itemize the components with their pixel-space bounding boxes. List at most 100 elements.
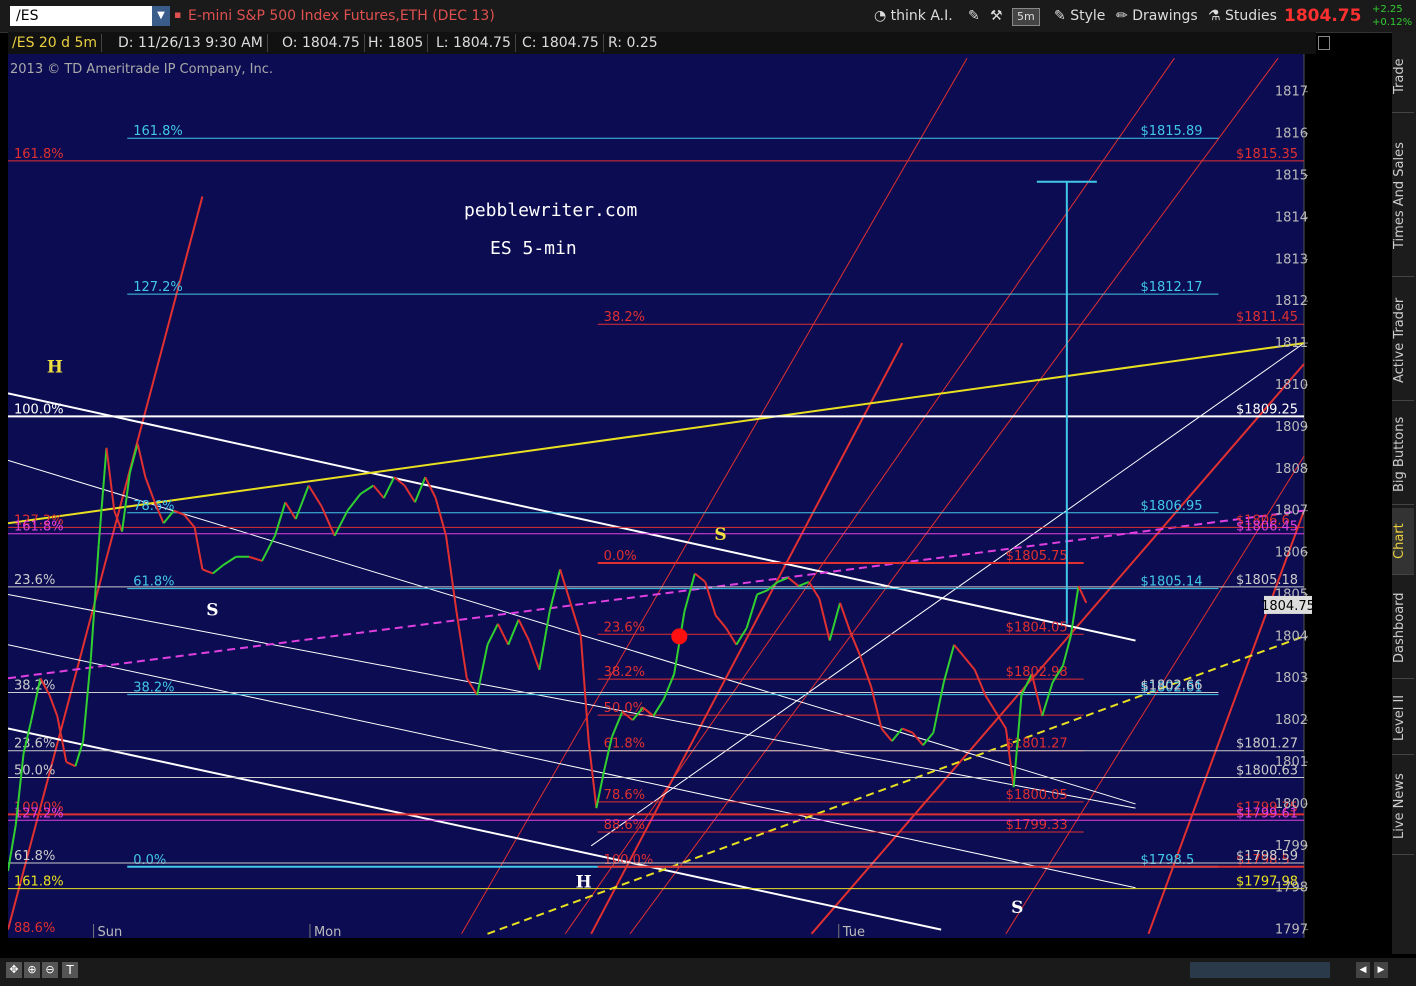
drawings-button[interactable]: ✏ Drawings xyxy=(1112,6,1202,26)
symbol-input[interactable]: /ES xyxy=(10,6,170,26)
x-tick-label: Sun xyxy=(98,925,123,938)
fib-level-price: $1809.25 xyxy=(1236,402,1298,417)
tab-trade[interactable]: Trade xyxy=(1392,40,1414,113)
chart-annotation-subtitle: ES 5-min xyxy=(490,238,577,259)
y-tick-label: 1804 xyxy=(1275,629,1308,644)
fib-level-percent: 61.8% xyxy=(14,849,55,864)
y-tick-label: 1800 xyxy=(1275,797,1308,812)
bar-high: H: 1805 xyxy=(364,34,429,52)
tab-dashboard[interactable]: Dashboard xyxy=(1392,578,1414,679)
y-tick-label: 1806 xyxy=(1275,546,1308,561)
fib-level-price: $1805.18 xyxy=(1236,573,1298,588)
drag-icon[interactable]: ✥ xyxy=(6,962,22,978)
wrench-icon[interactable]: ⚒ xyxy=(986,6,1007,26)
y-tick-label: 1801 xyxy=(1275,755,1308,770)
style-button[interactable]: ✎ Style xyxy=(1050,6,1109,26)
fib-level-percent: 23.6% xyxy=(604,620,645,635)
fib-level-price: $1802.66 xyxy=(1140,678,1202,693)
bar-open: O: 1804.75 xyxy=(278,34,365,52)
fib-level-price: $1801.27 xyxy=(1006,737,1068,752)
tab-chart[interactable]: Chart xyxy=(1392,508,1414,575)
chart-label[interactable]: /ES 20 d 5m xyxy=(8,34,103,52)
price-chart[interactable]: 161.8% $1815.89 127.2% $1812.17 100.0% $1809.… xyxy=(7,54,1315,940)
fib-level-percent: 38.2% xyxy=(604,665,645,680)
pencil-icon: ✏ xyxy=(1116,8,1128,24)
fib-level-price: $1815.35 xyxy=(1236,147,1298,162)
y-tick-label: 1811 xyxy=(1275,336,1308,351)
bottom-toolbar: ✥ ⊕ ⊖ T ◀ ▶ xyxy=(0,958,1416,986)
fib-level-percent: 161.8% xyxy=(14,147,64,162)
scroll-right-icon[interactable]: ▶ xyxy=(1374,962,1388,978)
gauge-icon: ◔ xyxy=(874,8,891,24)
think-ai-label: think A.I. xyxy=(890,8,953,24)
studies-button[interactable]: ⚗ Studies xyxy=(1204,6,1281,26)
y-tick-label: 1815 xyxy=(1275,168,1308,183)
fib-level-percent: 161.8% xyxy=(14,875,64,890)
y-tick-label: 1812 xyxy=(1275,294,1308,309)
fib-level-percent: 161.8% xyxy=(14,520,64,535)
y-tick-label: 1816 xyxy=(1275,127,1308,142)
studies-label: Studies xyxy=(1225,8,1277,24)
fib-level-percent: 0.0% xyxy=(133,853,166,868)
fib-level-percent: 38.2% xyxy=(14,678,55,693)
flag-icon: ▪ xyxy=(174,8,182,21)
fib-level-percent: 127.2% xyxy=(133,280,183,295)
change-pct: +0.12% xyxy=(1372,17,1413,28)
y-tick-label: 1808 xyxy=(1275,462,1308,477)
tab-times-and-sales[interactable]: Times And Sales xyxy=(1392,116,1414,277)
y-tick-label: 1802 xyxy=(1275,713,1308,728)
zoom-out-icon[interactable]: ⊖ xyxy=(42,962,58,978)
tab-live-news[interactable]: Live News xyxy=(1392,758,1414,855)
fib-level-price: $1815.89 xyxy=(1140,124,1202,139)
y-tick-label: 1798 xyxy=(1275,881,1308,896)
pattern-label: S xyxy=(206,600,218,620)
timeframe-button[interactable]: 5m xyxy=(1012,8,1040,26)
horizontal-scrollbar[interactable] xyxy=(1190,962,1330,978)
style-icon: ✎ xyxy=(1054,8,1066,24)
pattern-label: S xyxy=(714,525,726,545)
style-label: Style xyxy=(1070,8,1106,24)
fib-level-price: $1800.05 xyxy=(1006,788,1068,803)
fib-level-price: $1812.17 xyxy=(1140,280,1202,295)
share-icon[interactable]: ✎ xyxy=(964,6,984,26)
expand-icon[interactable] xyxy=(1318,36,1330,50)
text-tool-icon[interactable]: T xyxy=(62,962,78,978)
bar-date: D: 11/26/13 9:30 AM xyxy=(114,34,268,52)
fib-level-price: $1801.27 xyxy=(1236,737,1298,752)
fib-level-price: $1811.45 xyxy=(1236,310,1298,325)
drawings-label: Drawings xyxy=(1132,8,1198,24)
change-abs: +2.25 xyxy=(1372,4,1403,15)
top-toolbar: /ES ▼ ▪ E-mini S&P 500 Index Futures,ETH… xyxy=(0,0,1416,33)
y-tick-label: 1807 xyxy=(1275,504,1308,519)
zoom-in-icon[interactable]: ⊕ xyxy=(24,962,40,978)
chart-info-bar: /ES 20 d 5m D: 11/26/13 9:30 AM O: 1804.… xyxy=(8,32,1330,54)
tab-level-ii[interactable]: Level II xyxy=(1392,682,1414,755)
y-tick-label: 1813 xyxy=(1275,252,1308,267)
fib-level-percent: 88.6% xyxy=(14,921,55,936)
think-ai-button[interactable]: ◔ think A.I. xyxy=(870,6,957,26)
chart-area[interactable]: 161.8% $1815.89 127.2% $1812.17 100.0% $1809.… xyxy=(7,54,1315,940)
scroll-left-icon[interactable]: ◀ xyxy=(1356,962,1370,978)
fib-level-percent: 38.2% xyxy=(133,681,174,696)
y-tick-label: 1809 xyxy=(1275,420,1308,435)
tab-big-buttons[interactable]: Big Buttons xyxy=(1392,404,1414,505)
pattern-label: S xyxy=(1011,898,1023,918)
last-price: 1804.75 xyxy=(1284,6,1362,26)
fib-level-percent: 23.6% xyxy=(14,573,55,588)
bar-close: C: 1804.75 xyxy=(518,34,604,52)
y-tick-label: 1803 xyxy=(1275,671,1308,686)
fib-level-price: $1805.75 xyxy=(1006,549,1068,564)
flask-icon: ⚗ xyxy=(1208,8,1221,24)
chevron-down-icon[interactable]: ▼ xyxy=(152,6,170,26)
marker-dot xyxy=(671,628,688,645)
pattern-label: H xyxy=(576,873,592,893)
fib-level-percent: 23.6% xyxy=(14,737,55,752)
fib-level-percent: 78.6% xyxy=(604,788,645,803)
y-tick-label: 1817 xyxy=(1275,85,1308,100)
bar-low: L: 1804.75 xyxy=(432,34,516,52)
chart-annotation-title: pebblewriter.com xyxy=(464,200,637,221)
copyright: 2013 © TD Ameritrade IP Company, Inc. xyxy=(10,62,274,77)
fib-level-percent: 38.2% xyxy=(604,310,645,325)
tab-active-trader[interactable]: Active Trader xyxy=(1392,280,1414,401)
bar-range: R: 0.25 xyxy=(608,35,658,51)
